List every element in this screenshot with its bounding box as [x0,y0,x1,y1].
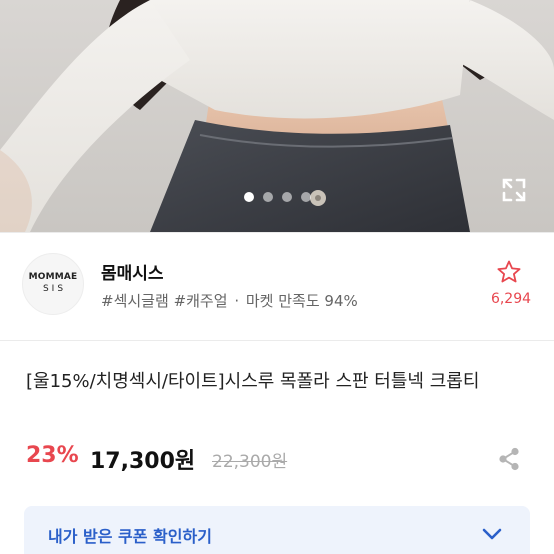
carousel-dot-3[interactable] [281,192,292,202]
carousel-dot-1[interactable] [243,192,254,202]
sale-price: 17,300원 [90,449,196,474]
coupon-label: 내가 받은 쿠폰 확인하기 [48,527,212,546]
carousel-dot-2[interactable] [262,192,273,202]
product-image-carousel[interactable] [0,0,554,232]
separator: · [234,292,240,310]
chevron-down-icon [482,528,502,540]
carousel-dot-4[interactable] [300,192,311,202]
divider [0,340,554,341]
seller-logo-line1: MOMMAE [28,272,78,282]
discount-rate: 23% [26,443,79,468]
seller-logo-line2: SIS [42,284,67,294]
like-count: 6,294 [490,291,532,307]
seller-logo[interactable]: MOMMAE SIS [22,253,84,315]
divider [0,232,554,233]
coupon-check-button[interactable]: 내가 받은 쿠폰 확인하기 [24,506,530,554]
carousel-indicator [0,192,554,202]
expand-icon[interactable] [500,176,528,204]
seller-tag[interactable]: #섹시글램 [101,292,169,310]
star-icon[interactable] [496,259,522,285]
original-price: 22,300원 [212,452,288,472]
seller-meta: #섹시글램 #캐주얼 · 마켓 만족도 94% [101,290,358,311]
share-icon[interactable] [496,446,522,472]
seller-tag[interactable]: #캐주얼 [174,292,228,310]
seller-satisfaction: 마켓 만족도 94% [245,292,358,310]
seller-name[interactable]: 몸매시스 [101,259,164,284]
product-title: [울15%/치명섹시/타이트]시스루 목폴라 스판 터틀넥 크롭티 [26,371,480,392]
